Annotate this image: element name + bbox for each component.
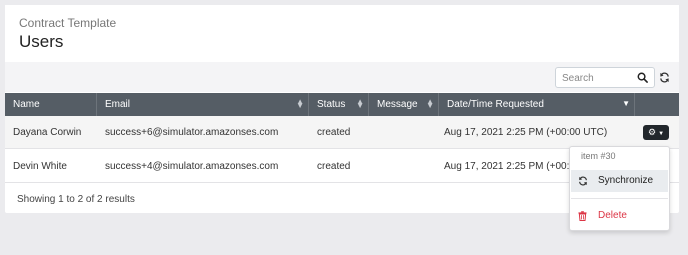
sort-icon: ▲ ▼ <box>296 97 304 110</box>
column-header-name: Name <box>5 93 97 116</box>
table-row[interactable]: Dayana Corwin success+6@simulator.amazon… <box>5 116 679 149</box>
row-actions-menu: item #30 Synchronize Delete <box>569 146 670 231</box>
menu-item-delete[interactable]: Delete <box>571 206 668 226</box>
cell-name: Devin White <box>13 161 67 172</box>
cell-status: created <box>317 161 351 172</box>
sort-icon: ▲ ▼ <box>426 97 434 110</box>
menu-item-label: Delete <box>598 210 627 221</box>
column-header-requested[interactable]: Date/Time Requested ▼ <box>439 93 635 116</box>
page-title: Users <box>19 32 64 51</box>
column-header-message[interactable]: Message ▲ ▼ <box>369 93 439 116</box>
pagination-summary: Showing 1 to 2 of 2 results <box>17 194 135 205</box>
search-icon[interactable] <box>637 72 648 83</box>
cell-email: success+6@simulator.amazonses.com <box>105 127 279 138</box>
column-header-status[interactable]: Status ▲ ▼ <box>309 93 369 116</box>
sort-icon: ▲ ▼ <box>356 97 364 110</box>
trash-icon <box>578 211 587 221</box>
column-header-email[interactable]: Email ▲ ▼ <box>97 93 309 116</box>
sort-desc-icon: ▼ <box>622 99 630 108</box>
cell-requested: Aug 17, 2021 2:25 PM (+00:00 UTC) <box>444 127 608 138</box>
page-header <box>5 5 679 62</box>
cell-status: created <box>317 127 351 138</box>
sync-icon <box>579 176 587 186</box>
cell-name: Dayana Corwin <box>13 127 82 138</box>
page-subtitle: Contract Template <box>19 16 117 30</box>
row-actions-button[interactable]: ⚙ ▼ <box>643 125 669 140</box>
table-header: Name Email ▲ ▼ Status ▲ ▼ Message ▲ ▼ Date/… <box>5 93 679 116</box>
refresh-icon[interactable] <box>659 72 670 83</box>
search-box[interactable] <box>555 67 655 88</box>
menu-item-synchronize[interactable]: Synchronize <box>571 170 668 192</box>
caret-down-icon: ▼ <box>658 131 665 137</box>
cell-email: success+4@simulator.amazonses.com <box>105 161 279 172</box>
menu-divider <box>571 198 668 199</box>
gear-icon: ⚙ <box>647 127 657 137</box>
menu-item-label: Synchronize <box>598 175 654 186</box>
search-input[interactable] <box>562 71 632 85</box>
menu-header: item #30 <box>581 151 616 161</box>
